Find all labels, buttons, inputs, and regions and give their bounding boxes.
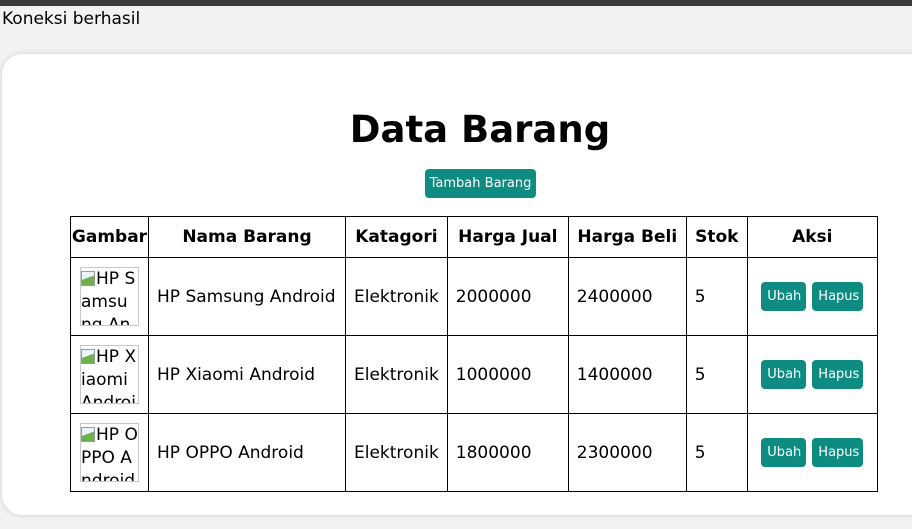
broken-image-icon bbox=[81, 349, 95, 364]
product-name: HP Samsung Android bbox=[148, 257, 346, 336]
broken-image-icon bbox=[81, 427, 95, 442]
column-header-name: Nama Barang bbox=[148, 216, 346, 258]
product-buy-price: 1400000 bbox=[567, 335, 687, 414]
add-item-button[interactable]: Tambah Barang bbox=[425, 169, 536, 198]
product-stock: 5 bbox=[685, 257, 748, 336]
table-row: HP Samsung Android HP Samsung Android El… bbox=[70, 257, 878, 336]
product-category: Elektronik bbox=[345, 257, 448, 336]
product-image: HP Samsung Android bbox=[80, 267, 139, 326]
product-image-cell: HP Samsung Android bbox=[70, 257, 149, 336]
product-stock: 5 bbox=[685, 413, 748, 492]
product-name: HP Xiaomi Android bbox=[148, 335, 346, 414]
actions-cell: Ubah Hapus bbox=[746, 335, 878, 414]
edit-button[interactable]: Ubah bbox=[761, 282, 807, 311]
column-header-category: Katagori bbox=[345, 216, 448, 258]
broken-image-icon bbox=[81, 271, 95, 286]
actions-cell: Ubah Hapus bbox=[746, 257, 878, 336]
column-header-actions: Aksi bbox=[746, 216, 878, 258]
product-stock: 5 bbox=[685, 335, 748, 414]
product-image-cell: HP Xiaomi Android bbox=[70, 335, 149, 414]
table-row: HP Xiaomi Android HP Xiaomi Android Elek… bbox=[70, 335, 878, 414]
connection-status-text: Koneksi berhasil bbox=[2, 9, 141, 29]
actions-cell: Ubah Hapus bbox=[746, 413, 878, 492]
edit-button[interactable]: Ubah bbox=[761, 360, 807, 389]
delete-button[interactable]: Hapus bbox=[812, 360, 864, 389]
page-title: Data Barang bbox=[349, 108, 611, 151]
product-sell-price: 1000000 bbox=[446, 335, 569, 414]
product-image: HP OPPO Android bbox=[80, 423, 139, 482]
product-name: HP OPPO Android bbox=[148, 413, 346, 492]
column-header-stock: Stok bbox=[685, 216, 748, 258]
browser-top-bar bbox=[0, 0, 912, 6]
edit-button[interactable]: Ubah bbox=[761, 438, 807, 467]
product-category: Elektronik bbox=[345, 413, 448, 492]
delete-button[interactable]: Hapus bbox=[812, 282, 864, 311]
column-header-image: Gambar bbox=[70, 216, 149, 258]
column-header-sell-price: Harga Jual bbox=[446, 216, 569, 258]
product-sell-price: 2000000 bbox=[446, 257, 569, 336]
items-table: Gambar Nama Barang Katagori Harga Jual H… bbox=[70, 216, 878, 492]
product-image: HP Xiaomi Android bbox=[80, 345, 139, 404]
product-buy-price: 2300000 bbox=[567, 413, 687, 492]
product-sell-price: 1800000 bbox=[446, 413, 569, 492]
product-buy-price: 2400000 bbox=[567, 257, 687, 336]
table-header-row: Gambar Nama Barang Katagori Harga Jual H… bbox=[70, 216, 878, 258]
delete-button[interactable]: Hapus bbox=[812, 438, 864, 467]
product-category: Elektronik bbox=[345, 335, 448, 414]
product-image-cell: HP OPPO Android bbox=[70, 413, 149, 492]
column-header-buy-price: Harga Beli bbox=[567, 216, 687, 258]
table-row: HP OPPO Android HP OPPO Android Elektron… bbox=[70, 413, 878, 492]
